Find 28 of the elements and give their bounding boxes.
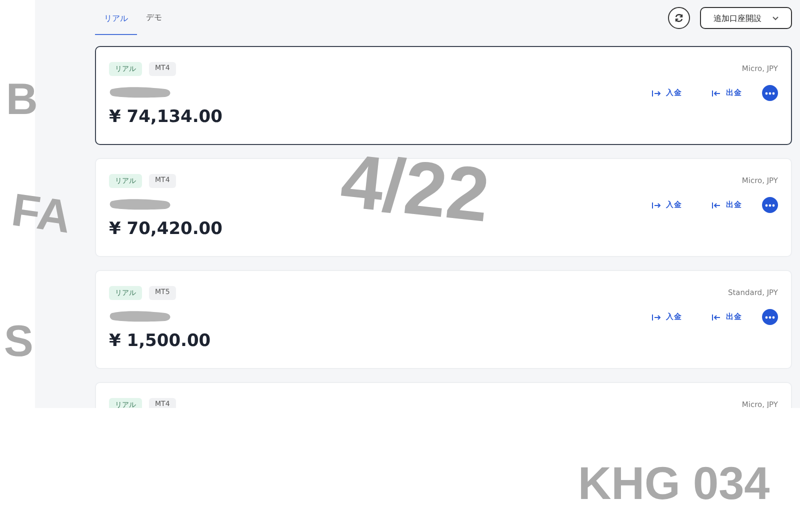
arrow-out-icon [712,314,721,320]
tab[interactable]: リアル [95,8,137,35]
arrow-in-icon [652,314,661,320]
account-balance: ¥ 1,500.00 [109,331,211,351]
handwritten-note: B [6,78,38,122]
account-balance: ¥ 74,134.00 [109,107,222,127]
handwritten-note: KHG 034 [578,460,770,506]
refresh-icon [674,13,684,23]
arrow-out-icon [712,202,721,208]
tab[interactable]: デモ [137,8,171,35]
handwritten-note: S [4,320,34,364]
arrow-in-icon [652,202,661,208]
account-balance: ¥ 70,420.00 [109,219,222,239]
redaction-mark [109,197,173,211]
caret-icon [772,16,778,20]
more-icon [765,92,775,94]
more-icon [765,316,775,318]
handwritten-note: FA [9,186,74,240]
open-account-button[interactable]: 追加口座開設 [700,7,792,29]
redaction-mark [109,309,173,323]
more-button[interactable] [762,197,778,213]
arrow-in-icon [652,90,661,96]
redaction-mark [109,85,173,99]
more-icon [765,204,775,206]
more-button[interactable] [762,309,778,325]
refresh-button[interactable] [668,7,690,29]
more-button[interactable] [762,85,778,101]
arrow-out-icon [712,90,721,96]
